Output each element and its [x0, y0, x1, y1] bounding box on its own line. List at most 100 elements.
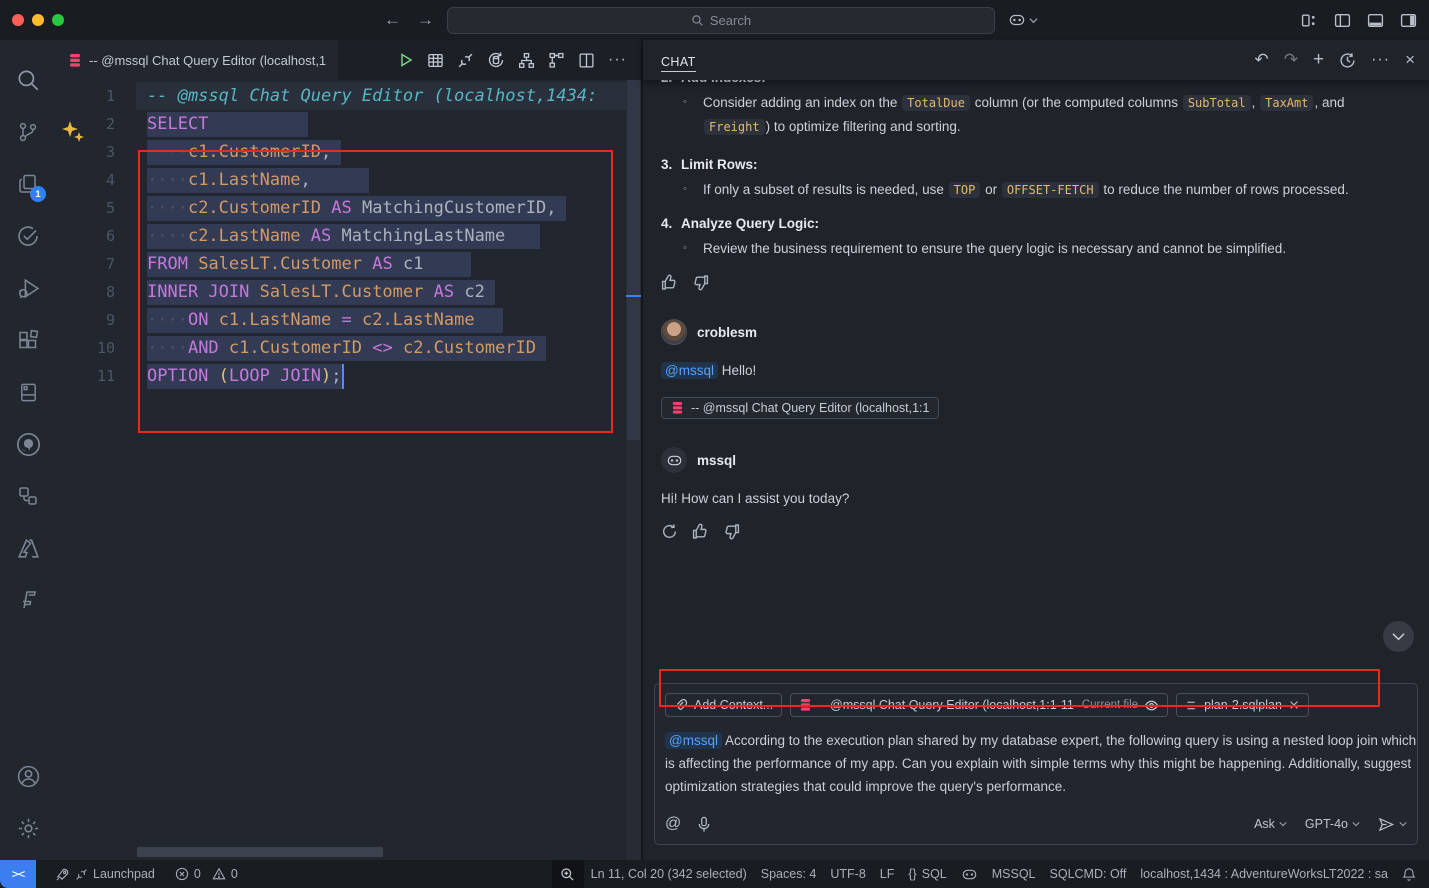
- title-bar: ← → Search: [0, 0, 1429, 40]
- chat-panel: CHAT ↶ ↷ + ··· × 2.Add Indexes:◦Consider…: [643, 40, 1429, 860]
- language-mode[interactable]: {}SQL: [901, 860, 953, 888]
- redo-icon[interactable]: ↷: [1284, 50, 1298, 70]
- mention-icon[interactable]: @: [665, 815, 681, 833]
- code-line[interactable]: 8INNER JOIN SalesLT.Customer AS c2: [56, 278, 623, 306]
- sidebar-item-extensions[interactable]: [4, 314, 52, 366]
- back-icon[interactable]: ←: [384, 10, 401, 30]
- sidebar-item-tasks[interactable]: [4, 210, 52, 262]
- chat-more-icon[interactable]: ···: [1371, 51, 1390, 69]
- forward-icon[interactable]: →: [417, 10, 434, 30]
- copilot-menu[interactable]: [1008, 0, 1038, 40]
- cursor-position[interactable]: Ln 11, Col 20 (342 selected): [584, 860, 754, 888]
- sidebar-item-search[interactable]: [4, 54, 52, 106]
- thumbs-up-button[interactable]: [692, 523, 709, 540]
- minimize-window-button[interactable]: [32, 14, 44, 26]
- list-number: 4.: [661, 214, 681, 234]
- toggle-primary-sidebar-icon[interactable]: [1334, 12, 1351, 29]
- token: ····: [147, 170, 188, 190]
- launchpad-button[interactable]: Launchpad: [48, 860, 162, 888]
- actual-plan-icon[interactable]: [548, 52, 565, 69]
- editor-horizontal-scrollbar[interactable]: [137, 847, 383, 857]
- mode-dropdown[interactable]: Ask: [1254, 817, 1287, 831]
- history-icon[interactable]: [1339, 52, 1356, 69]
- close-icon[interactable]: [1288, 699, 1300, 711]
- remote-indicator[interactable]: ><: [0, 860, 36, 888]
- copilot-status[interactable]: [954, 860, 985, 888]
- code-line[interactable]: 6····c2.LastName AS MatchingLastName: [56, 222, 623, 250]
- close-window-button[interactable]: [12, 14, 24, 26]
- context-chip[interactable]: -- @mssql Chat Query Editor (localhost,1…: [790, 693, 1168, 717]
- mssql-status[interactable]: MSSQL: [985, 860, 1043, 888]
- run-query-button[interactable]: [398, 52, 414, 68]
- thumbs-up-button[interactable]: [661, 274, 678, 291]
- settings-button[interactable]: [4, 802, 52, 854]
- file-reference-pill[interactable]: -- @mssql Chat Query Editor (localhost,1…: [661, 397, 939, 419]
- results-grid-icon[interactable]: [427, 52, 444, 69]
- editor-tab[interactable]: -- @mssql Chat Query Editor (localhost,1: [56, 40, 338, 80]
- code-line[interactable]: 5····c2.CustomerID AS MatchingCustomerID…: [56, 194, 623, 222]
- thumbs-down-button[interactable]: [723, 523, 740, 540]
- encoding[interactable]: UTF-8: [823, 860, 872, 888]
- change-connection-icon[interactable]: [487, 51, 505, 69]
- sidebar-item-source-control[interactable]: [4, 106, 52, 158]
- notifications-button[interactable]: [1395, 860, 1423, 888]
- search-input[interactable]: Search: [447, 7, 995, 34]
- mention-pill[interactable]: @mssql: [665, 732, 722, 749]
- indentation[interactable]: Spaces: 4: [754, 860, 824, 888]
- sidebar-item-database[interactable]: [4, 366, 52, 418]
- code-line-text: ····ON c1.LastName = c2.LastName: [147, 306, 503, 334]
- context-chip[interactable]: Add Context...: [665, 693, 782, 717]
- mic-icon[interactable]: [697, 816, 711, 833]
- customize-layout-icon[interactable]: [1301, 12, 1318, 29]
- mention-pill[interactable]: @mssql: [661, 362, 718, 379]
- eye-icon[interactable]: [1144, 698, 1159, 713]
- sidebar-item-github[interactable]: [4, 418, 52, 470]
- more-actions-button[interactable]: ···: [608, 51, 627, 69]
- connection-status[interactable]: localhost,1434 : AdventureWorksLT2022 : …: [1133, 860, 1395, 888]
- sidebar-item-run-debug[interactable]: [4, 262, 52, 314]
- code-line[interactable]: 3····c1.CustomerID,: [56, 138, 623, 166]
- toggle-panel-icon[interactable]: [1367, 12, 1384, 29]
- maximize-window-button[interactable]: [52, 14, 64, 26]
- new-chat-icon[interactable]: +: [1313, 49, 1324, 71]
- sidebar-item-connections[interactable]: [4, 470, 52, 522]
- list-title-text: Analyze Query Logic:: [681, 214, 819, 234]
- send-button[interactable]: [1378, 817, 1407, 832]
- thumbs-down-button[interactable]: [692, 274, 709, 291]
- estimated-plan-icon[interactable]: [518, 52, 535, 69]
- code-line[interactable]: 1-- @mssql Chat Query Editor (localhost,…: [56, 82, 623, 110]
- undo-icon[interactable]: ↶: [1254, 50, 1268, 70]
- chat-tab[interactable]: CHAT: [661, 48, 696, 72]
- zoom-status-button[interactable]: [552, 860, 584, 888]
- chat-input-box[interactable]: Add Context... -- @mssql Chat Query Edito…: [654, 683, 1418, 845]
- code-tokens: SELECT: [147, 112, 208, 137]
- disconnect-icon[interactable]: [457, 52, 474, 69]
- sidebar-item-explorer[interactable]: 1: [4, 158, 52, 210]
- scrollbar-slider[interactable]: [627, 80, 640, 440]
- scroll-to-bottom-button[interactable]: [1383, 621, 1414, 652]
- toggle-secondary-sidebar-icon[interactable]: [1400, 12, 1417, 29]
- chat-input-text[interactable]: @mssql According to the execution plan s…: [665, 729, 1417, 798]
- sidebar-item-azure[interactable]: [4, 522, 52, 574]
- code-line[interactable]: 7FROM SalesLT.Customer AS c1: [56, 250, 623, 278]
- code-editor[interactable]: 1-- @mssql Chat Query Editor (localhost,…: [56, 80, 641, 860]
- explorer-badge: 1: [30, 186, 46, 202]
- retry-button[interactable]: [661, 523, 678, 540]
- chat-close-icon[interactable]: ×: [1405, 50, 1415, 70]
- code-line[interactable]: 2SELECT: [56, 110, 623, 138]
- sidebar-item-fabric[interactable]: [4, 574, 52, 626]
- eol[interactable]: LF: [873, 860, 902, 888]
- copilot-sparkle-icon[interactable]: [61, 120, 85, 144]
- code-line[interactable]: 11OPTION (LOOP JOIN);: [56, 362, 623, 390]
- model-dropdown[interactable]: GPT-4o: [1305, 817, 1360, 831]
- problems-button[interactable]: 0 0: [168, 860, 245, 888]
- editor-vertical-scrollbar[interactable]: [626, 80, 641, 860]
- accounts-button[interactable]: [4, 750, 52, 802]
- search-icon: [691, 14, 704, 27]
- code-line[interactable]: 10····AND c1.CustomerID <> c2.CustomerID: [56, 334, 623, 362]
- split-editor-icon[interactable]: [578, 52, 595, 69]
- code-line[interactable]: 4····c1.LastName,: [56, 166, 623, 194]
- sqlcmd-status[interactable]: SQLCMD: Off: [1043, 860, 1134, 888]
- context-chip[interactable]: plan-2.sqlplan: [1176, 693, 1309, 717]
- code-line[interactable]: 9····ON c1.LastName = c2.LastName: [56, 306, 623, 334]
